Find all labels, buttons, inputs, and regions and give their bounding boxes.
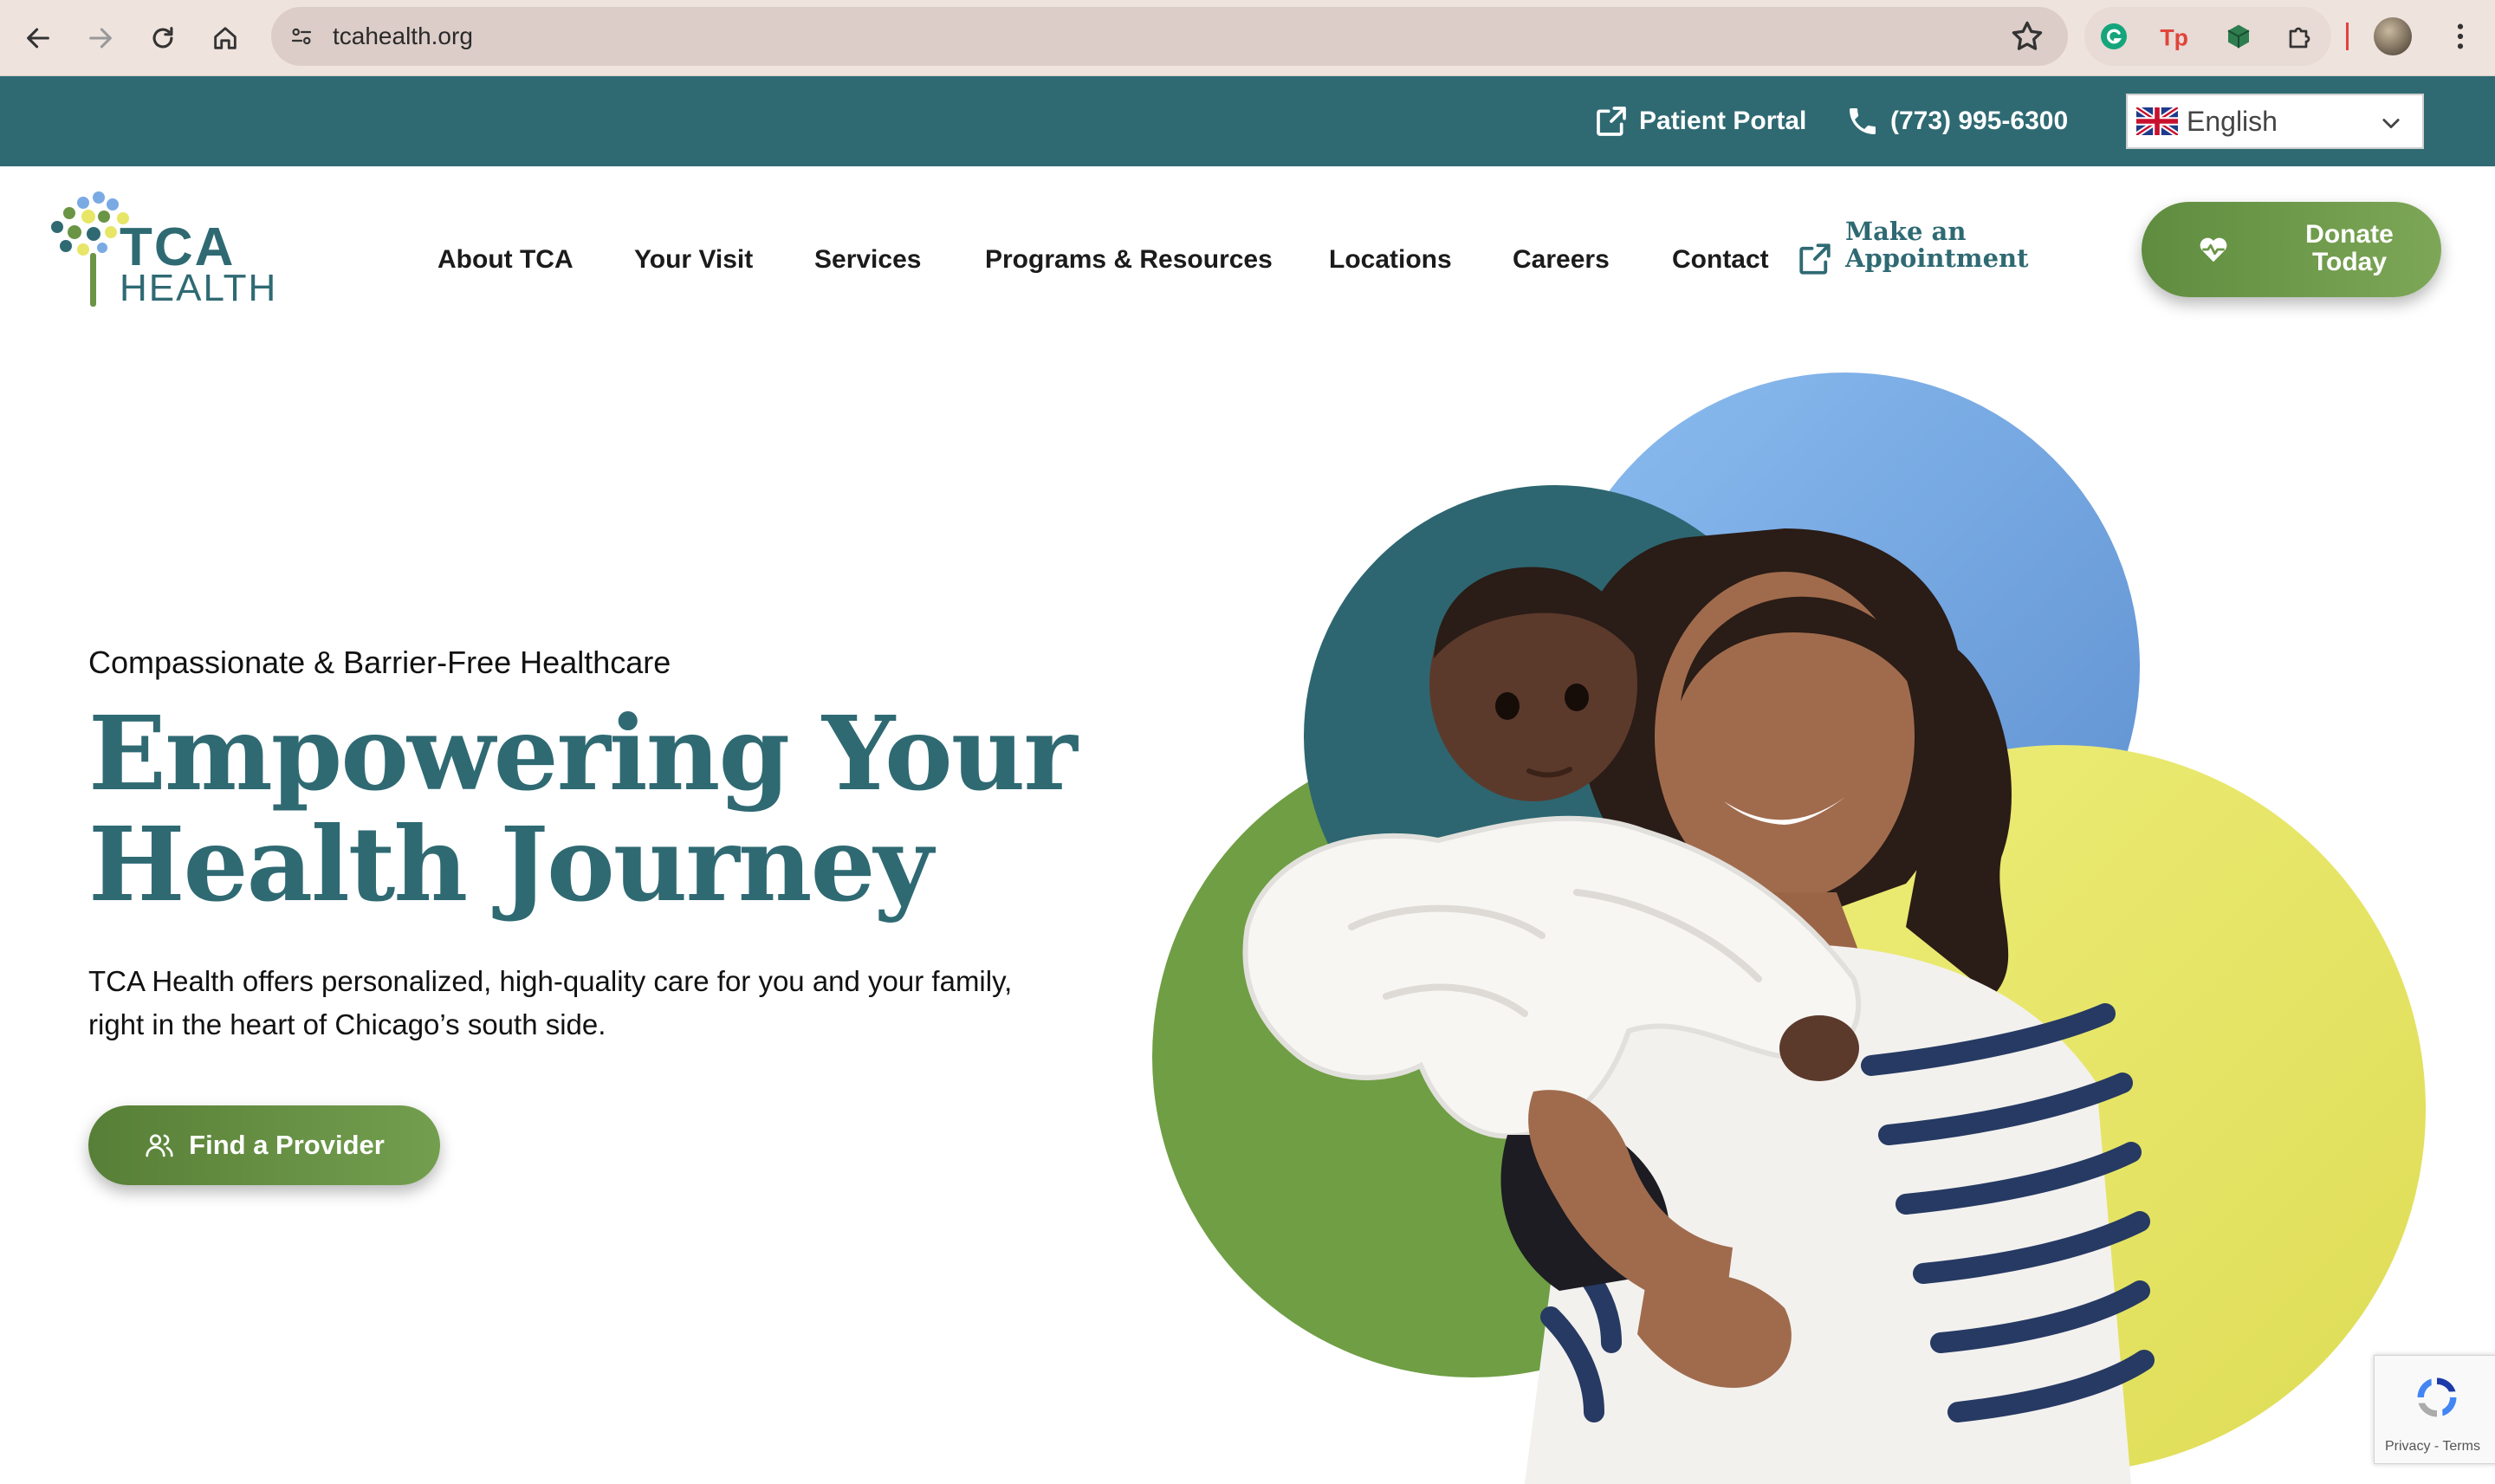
grammarly-icon[interactable] <box>2095 17 2133 55</box>
profile-avatar[interactable] <box>2374 17 2412 55</box>
hero-intro: TCA Health offers personalized, high-qua… <box>88 960 1128 1047</box>
site-settings-icon[interactable] <box>282 17 321 55</box>
make-appointment-link[interactable]: Make an Appointment <box>1797 218 2039 288</box>
intro-line1: TCA Health offers personalized, high-qua… <box>88 965 1013 997</box>
url-text[interactable]: tcahealth.org <box>333 17 473 55</box>
back-button[interactable] <box>16 16 61 61</box>
more-vertical-icon <box>2457 23 2464 49</box>
patient-portal-link[interactable]: Patient Portal <box>1594 95 1806 147</box>
intro-line2: right in the heart of Chicago’s south si… <box>88 1008 606 1040</box>
puzzle-icon[interactable] <box>2282 17 2320 55</box>
reload-button[interactable] <box>140 16 185 61</box>
appointment-line2: Appointment <box>1845 243 2029 273</box>
nav-programs-resources[interactable]: Programs & Resources <box>985 241 1273 279</box>
external-link-icon <box>1597 107 1626 136</box>
nav-locations[interactable]: Locations <box>1329 241 1452 279</box>
tp-icon[interactable]: Tp <box>2157 17 2195 55</box>
nav-careers[interactable]: Careers <box>1513 241 1610 279</box>
reload-icon <box>152 27 173 49</box>
hero-headline: Empowering Your Health Journey <box>88 698 1163 920</box>
utility-bar: Patient Portal (773) 995-6300 <box>0 76 2495 166</box>
browser-toolbar: tcahealth.org Tp <box>0 0 2495 76</box>
cube-icon[interactable] <box>2220 17 2258 55</box>
donate-label: Donate Today <box>2271 221 2427 276</box>
chevron-down-icon <box>2382 119 2400 129</box>
home-icon <box>214 27 237 49</box>
donate-today-button[interactable]: Donate Today <box>2142 202 2441 297</box>
hero-illustration <box>1152 373 2426 1484</box>
nav-contact[interactable]: Contact <box>1672 241 1769 279</box>
tca-health-logo[interactable]: TCA HEALTH <box>49 191 291 312</box>
donate-line1: Donate <box>2305 220 2394 249</box>
language-select[interactable]: English <box>2126 94 2424 149</box>
find-provider-label: Find a Provider <box>189 1130 385 1160</box>
users-icon <box>146 1134 173 1157</box>
recaptcha-badge[interactable]: Privacy - Terms <box>2374 1355 2495 1464</box>
recaptcha-terms[interactable]: Privacy - Terms <box>2385 1439 2480 1455</box>
external-link-icon <box>1799 243 1831 275</box>
arrow-left-icon <box>27 28 49 49</box>
svg-text:Tp: Tp <box>2160 25 2188 51</box>
phone-link[interactable]: (773) 995-6300 <box>1845 95 2068 147</box>
donate-line2: Today <box>2311 248 2388 276</box>
forward-button[interactable] <box>78 16 123 61</box>
browser-menu-button[interactable] <box>2441 17 2479 55</box>
heart-pulse-icon <box>2200 237 2227 262</box>
headline-line2: Health Journey <box>88 804 933 924</box>
appointment-line1: Make an <box>1845 217 1967 246</box>
find-provider-button[interactable]: Find a Provider <box>88 1105 440 1185</box>
bookmark-star-icon[interactable] <box>2008 17 2046 55</box>
headline-line1: Empowering Your <box>88 693 1078 813</box>
recaptcha-icon <box>2417 1377 2457 1417</box>
uk-flag-icon <box>2136 107 2178 135</box>
toolbar-divider <box>2346 23 2349 50</box>
nav-your-visit[interactable]: Your Visit <box>634 241 753 279</box>
hero-eyebrow: Compassionate & Barrier-Free Healthcare <box>88 645 671 680</box>
phone-icon <box>1850 108 1876 134</box>
home-button[interactable] <box>203 16 248 61</box>
logo-text-health: HEALTH <box>120 267 278 309</box>
appointment-label: Make an Appointment <box>1845 218 2045 272</box>
language-label: English <box>2187 105 2278 137</box>
nav-services[interactable]: Services <box>814 241 921 279</box>
address-bar[interactable] <box>271 7 2068 66</box>
nav-about-tca[interactable]: About TCA <box>437 241 574 279</box>
arrow-right-icon <box>89 28 112 49</box>
phone-number: (773) 995-6300 <box>1890 107 2069 135</box>
patient-portal-label: Patient Portal <box>1639 107 1807 135</box>
